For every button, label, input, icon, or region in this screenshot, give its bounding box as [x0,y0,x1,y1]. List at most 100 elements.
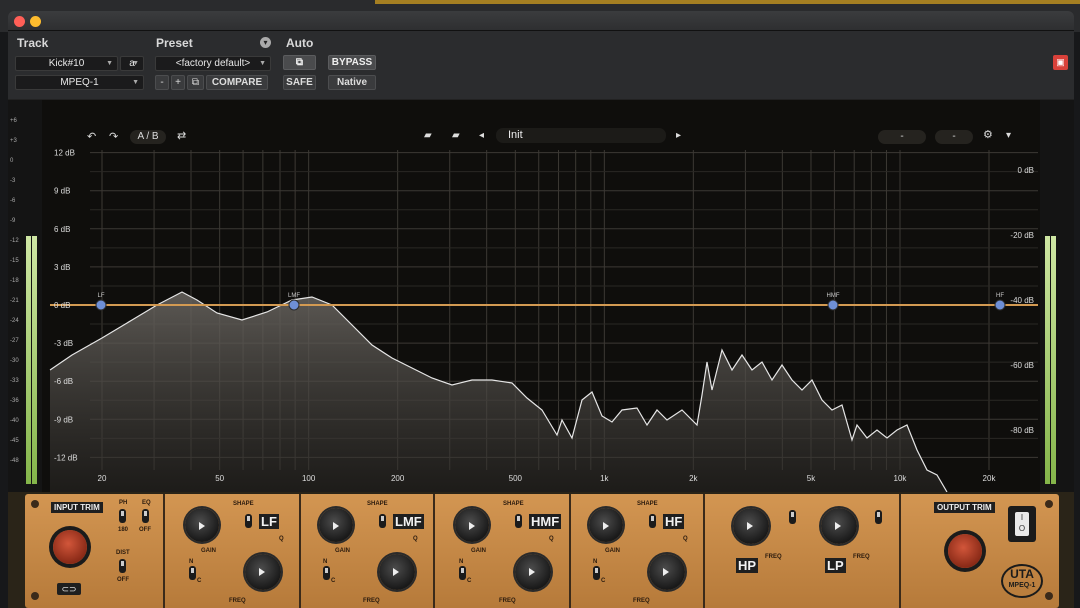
phase-switch[interactable] [119,509,126,523]
host-track-strip [375,0,1080,4]
meter-tick: -12 [10,238,19,244]
freq-label: 1k [600,474,609,483]
input-meter-bar-r [32,236,37,484]
hf-freq-knob[interactable] [649,554,685,590]
meter-tick: +3 [10,138,17,144]
native-button[interactable]: Native [328,75,376,90]
chevron-down-icon: ▼ [259,60,266,67]
ab-toggle[interactable]: A / B [130,130,166,144]
save-preset-icon[interactable]: ▰ [452,130,460,141]
lf-shape-switch[interactable] [245,514,252,528]
hp-freq-knob[interactable] [733,508,769,544]
lf-nc-switch[interactable] [189,566,196,580]
input-trim-knob[interactable] [53,530,87,564]
dist-switch[interactable] [119,559,126,573]
hf-section: SHAPE HF GAIN Q N C FREQ [571,494,705,608]
redo-icon[interactable]: ↷ [109,130,118,143]
hmf-gain-label: GAIN [471,548,486,554]
lmf-label: LMF [393,514,424,529]
uta-logo: UTA MPEQ-1 [1001,564,1043,598]
preset-field[interactable]: Init [496,128,666,143]
copy-settings-icon[interactable]: ⧉ [187,75,204,90]
hmf-n-label: N [459,559,464,565]
insert-selector[interactable]: MPEQ-1 ▼ [15,75,144,90]
swap-icon[interactable]: ⇄ [177,129,186,142]
lmf-nc-switch[interactable] [323,566,330,580]
power-switch[interactable]: IO [1008,506,1036,542]
lmf-gain-knob[interactable] [319,508,353,542]
knob-pointer [747,522,754,531]
undo-icon[interactable]: ↶ [87,130,96,143]
meter-tick: -40 [10,418,19,424]
compare-button[interactable]: COMPARE [206,75,268,90]
hmf-freq-knob[interactable] [515,554,551,590]
band-nodes[interactable]: LF LMF HMF HF [95,293,1006,311]
freq-label: 200 [391,474,405,483]
hp-slope-switch[interactable] [789,510,796,524]
hf-shape-label: SHAPE [637,501,658,507]
preset-next-button[interactable]: + [171,75,185,90]
track-selector[interactable]: Kick#10 ▼ [15,56,118,71]
hf-shape-switch[interactable] [649,514,656,528]
track-slot-selector[interactable]: a ▼ [120,56,144,71]
eq-graph[interactable]: LF LMF HMF HF 12 dB 9 dB 6 dB 3 dB 0 dB -3 dB -6 … [42,100,1040,492]
lp-slope-switch[interactable] [875,510,882,524]
option-pill-1[interactable]: - [878,130,926,144]
hmf-nc-switch[interactable] [459,566,466,580]
screw [1045,500,1053,508]
folder-icon[interactable]: ▰ [424,130,432,141]
band-node-hmf[interactable] [827,299,839,311]
band-node-hf[interactable] [994,299,1006,311]
lf-n-label: N [189,559,194,565]
prev-preset-icon[interactable]: ◂ [479,130,484,141]
close-plugin-icon[interactable]: ▣ [1053,55,1068,70]
hmf-gain-knob[interactable] [455,508,489,542]
lf-gain-knob[interactable] [185,508,219,542]
output-meter-bar-l [1045,236,1050,484]
hp-freq-label: FREQ [765,554,782,560]
safe-button[interactable]: SAFE [283,75,316,90]
db-right-label: -80 dB [1010,426,1034,435]
meter-tick: +6 [10,118,17,124]
hmf-c-label: C [467,578,472,584]
hf-gain-knob[interactable] [589,508,623,542]
lp-freq-knob[interactable] [821,508,857,544]
dist-off-label: OFF [117,577,129,583]
close-window-button[interactable] [14,16,25,27]
eq-off-label: OFF [139,527,151,533]
meter-tick: -36 [10,398,19,404]
hf-freq-label: FREQ [633,598,650,604]
lmf-freq-knob[interactable] [379,554,415,590]
band-node-lmf[interactable] [288,299,300,311]
meter-tick: -33 [10,378,19,384]
lf-freq-knob[interactable] [245,554,281,590]
db-left-label: -3 dB [54,339,73,348]
eq-display[interactable]: LF LMF HMF HF 12 dB 9 dB 6 dB 3 dB 0 dB -3 dB -6 … [42,100,1040,492]
meter-tick: -27 [10,338,19,344]
auto-window-icon[interactable]: ⧉ [283,55,316,70]
hf-nc-switch[interactable] [593,566,600,580]
hf-gain-label: GAIN [605,548,620,554]
hmf-shape-switch[interactable] [515,514,522,528]
chevron-down-icon[interactable]: ▾ [1006,130,1011,141]
meter-tick: -21 [10,298,19,304]
bypass-button[interactable]: BYPASS [328,55,376,70]
lp-label: LP [825,558,846,573]
preset-selector[interactable]: <factory default> ▼ [155,56,271,71]
preset-menu-icon[interactable]: ▾ [260,37,271,48]
next-preset-icon[interactable]: ▸ [676,130,681,141]
meter-tick: -24 [10,318,19,324]
eq-switch[interactable] [142,509,149,523]
link-icon[interactable]: ⊂⊃ [57,583,81,595]
gear-icon[interactable]: ⚙ [983,128,993,141]
option-pill-2[interactable]: - [935,130,973,144]
band-node-lf[interactable] [95,299,107,311]
output-meter [1040,100,1074,492]
output-trim-knob[interactable] [948,534,982,568]
preset-prev-button[interactable]: - [155,75,169,90]
hf-q-label: Q [683,536,688,542]
preset-selector-value: <factory default> [175,58,251,69]
lmf-shape-switch[interactable] [379,514,386,528]
minimize-window-button[interactable] [30,16,41,27]
plugin-header: Track Preset Auto ▾ Kick#10 ▼ a ▼ MPEQ-1 ▼ … [8,31,1074,99]
